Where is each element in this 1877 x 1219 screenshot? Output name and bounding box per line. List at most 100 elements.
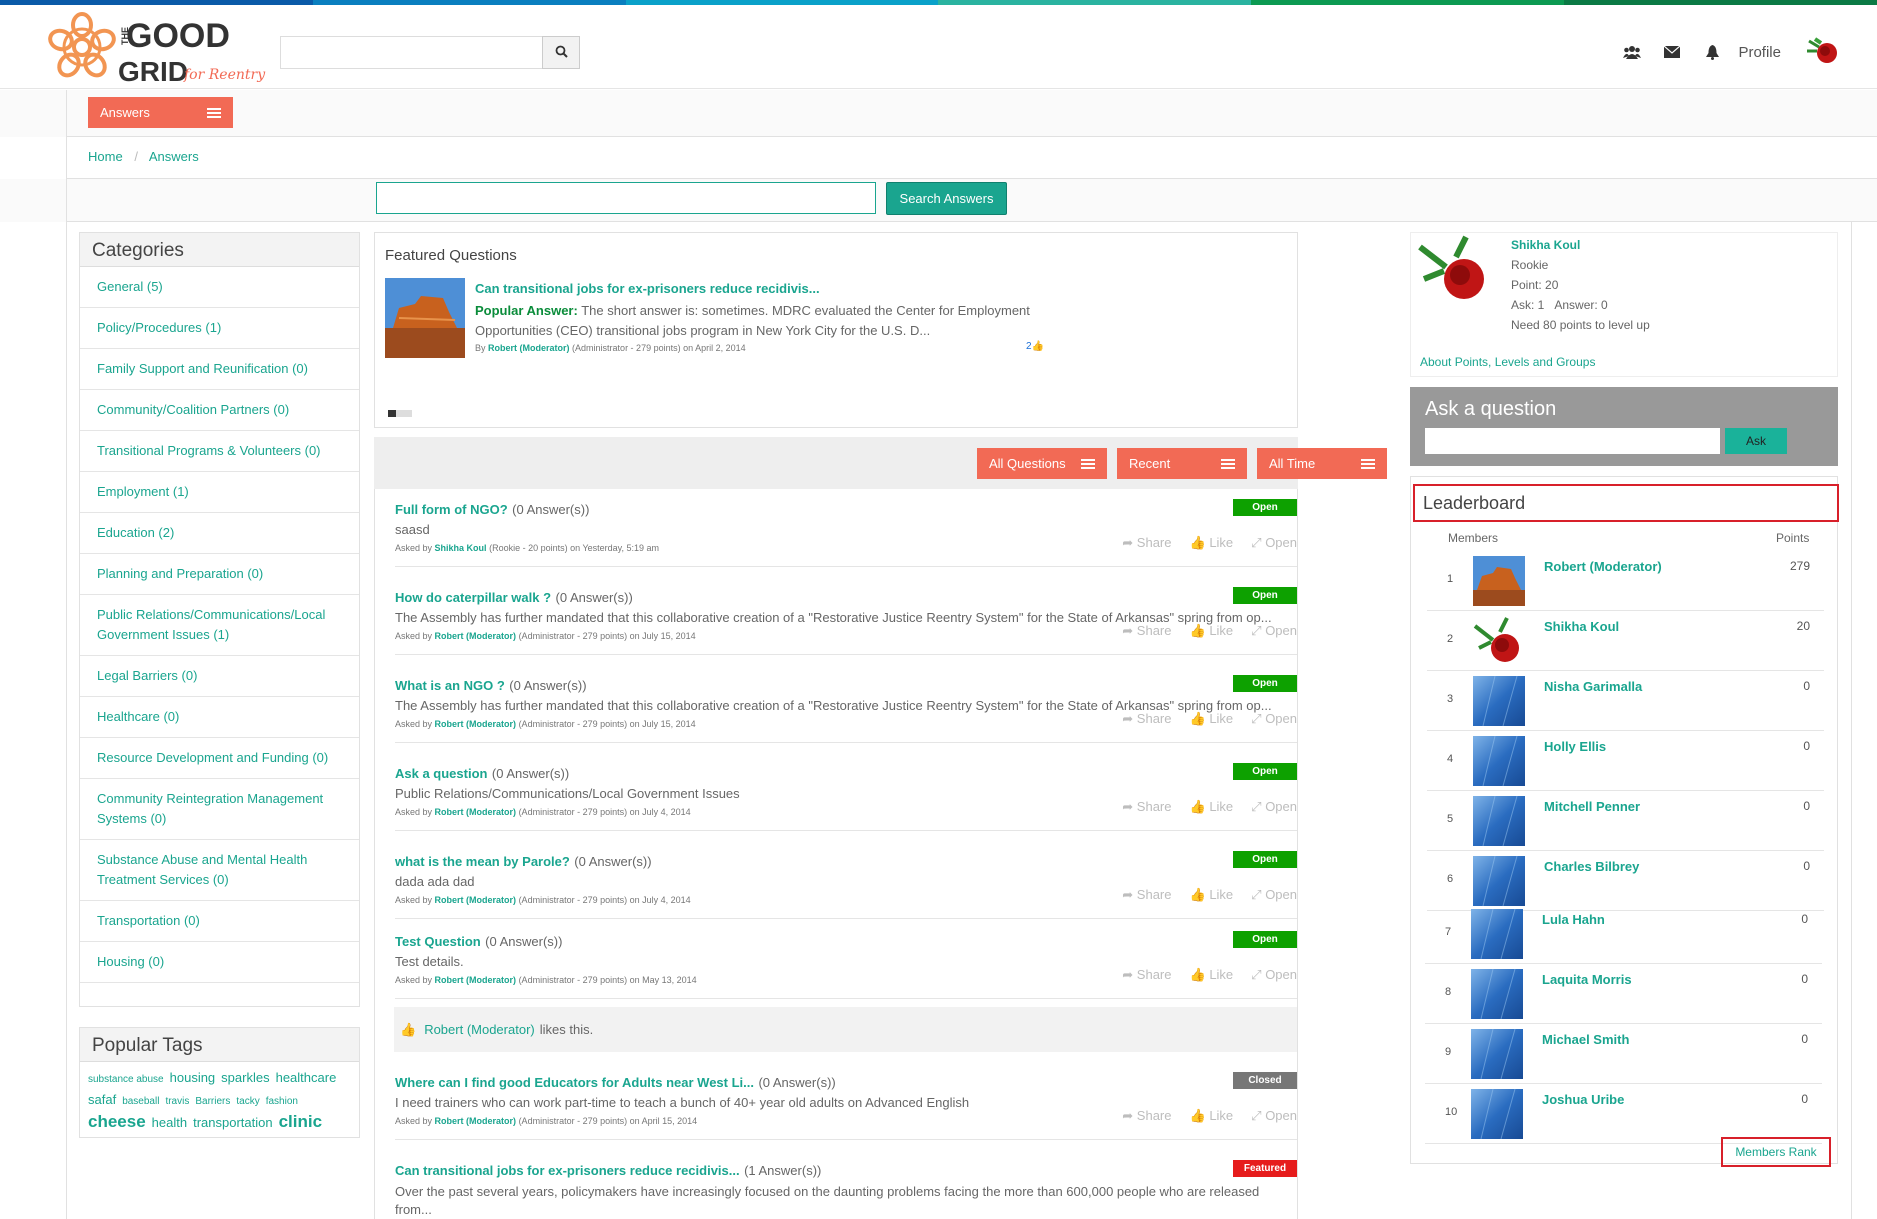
tag-link[interactable]: sparkles <box>221 1068 269 1088</box>
breadcrumb-home[interactable]: Home <box>88 149 123 164</box>
question-title[interactable]: What is an NGO ? <box>395 678 505 693</box>
like-button[interactable]: 👍 Like <box>1190 1108 1234 1124</box>
ask-question-input[interactable] <box>1425 428 1720 454</box>
open-button[interactable]: ⤢ Open <box>1251 799 1297 815</box>
member-avatar[interactable] <box>1473 616 1525 666</box>
like-button[interactable]: 👍 Like <box>1190 535 1234 551</box>
member-avatar[interactable] <box>1471 968 1523 1020</box>
share-button[interactable]: ➦ Share <box>1122 799 1171 815</box>
question-title[interactable]: Where can I find good Educators for Adul… <box>395 1075 754 1090</box>
share-button[interactable]: ➦ Share <box>1122 535 1171 551</box>
profile-name[interactable]: Shikha Koul <box>1511 235 1650 255</box>
question-title[interactable]: Can transitional jobs for ex-prisoners r… <box>395 1163 740 1178</box>
answer-search-input[interactable] <box>376 182 876 214</box>
category-item[interactable]: Education (2) <box>80 513 359 554</box>
category-item[interactable]: Policy/Procedures (1) <box>80 308 359 349</box>
question-title[interactable]: Test Question <box>395 934 481 949</box>
site-logo[interactable]: THE GOOD GRID for Reentry <box>48 11 266 87</box>
category-item[interactable]: Community/Coalition Partners (0) <box>80 390 359 431</box>
question-author[interactable]: Robert (Moderator) <box>435 1116 517 1126</box>
member-avatar[interactable] <box>1473 795 1525 847</box>
question-author[interactable]: Robert (Moderator) <box>435 895 517 905</box>
likes-user[interactable]: Robert (Moderator) <box>424 1022 535 1037</box>
groups-icon[interactable] <box>1612 33 1652 71</box>
share-button[interactable]: ➦ Share <box>1122 1108 1171 1124</box>
member-name[interactable]: Shikha Koul <box>1544 619 1619 634</box>
open-button[interactable]: ⤢ Open <box>1251 887 1297 903</box>
question-title[interactable]: How do caterpillar walk ? <box>395 590 551 605</box>
bell-icon[interactable] <box>1692 33 1732 71</box>
envelope-icon[interactable] <box>1652 33 1692 71</box>
all-time-dropdown[interactable]: All Time <box>1257 448 1387 479</box>
member-avatar[interactable] <box>1473 675 1525 727</box>
member-name[interactable]: Nisha Garimalla <box>1544 679 1642 694</box>
search-answers-button[interactable]: Search Answers <box>886 182 1007 215</box>
question-title[interactable]: what is the mean by Parole? <box>395 854 570 869</box>
open-button[interactable]: ⤢ Open <box>1251 1108 1297 1124</box>
members-rank-link[interactable]: Members Rank <box>1721 1137 1831 1167</box>
tag-link[interactable]: healthcare <box>276 1068 337 1088</box>
like-button[interactable]: 👍 Like <box>1190 887 1234 903</box>
member-name[interactable]: Laquita Morris <box>1542 972 1632 987</box>
like-button[interactable]: 👍 Like <box>1190 711 1234 727</box>
member-avatar[interactable] <box>1473 556 1525 606</box>
open-button[interactable]: ⤢ Open <box>1251 623 1297 639</box>
featured-likes[interactable]: 2👍 <box>1026 341 1044 352</box>
tag-link[interactable]: clinic <box>279 1112 322 1132</box>
question-author[interactable]: Robert (Moderator) <box>435 975 517 985</box>
recent-dropdown[interactable]: Recent <box>1117 448 1247 479</box>
featured-question-link[interactable]: Can transitional jobs for ex-prisoners r… <box>475 281 1045 296</box>
member-avatar[interactable] <box>1473 855 1525 907</box>
featured-author[interactable]: Robert (Moderator) <box>488 343 570 353</box>
tag-link[interactable]: travis <box>165 1092 189 1112</box>
category-item[interactable]: General (5) <box>80 267 359 308</box>
category-item[interactable]: Resource Development and Funding (0) <box>80 738 359 779</box>
category-item[interactable]: Housing (0) <box>80 942 359 983</box>
open-button[interactable]: ⤢ Open <box>1251 967 1297 983</box>
member-name[interactable]: Robert (Moderator) <box>1544 559 1662 574</box>
share-button[interactable]: ➦ Share <box>1122 887 1171 903</box>
tag-link[interactable]: health <box>152 1113 187 1133</box>
tag-link[interactable]: Barriers <box>195 1092 230 1112</box>
open-button[interactable]: ⤢ Open <box>1251 711 1297 727</box>
member-avatar[interactable] <box>1471 1088 1523 1140</box>
user-avatar[interactable] <box>1803 33 1843 71</box>
member-avatar[interactable] <box>1473 735 1525 787</box>
breadcrumb-current[interactable]: Answers <box>149 149 199 164</box>
member-avatar[interactable] <box>1471 1028 1523 1080</box>
like-button[interactable]: 👍 Like <box>1190 967 1234 983</box>
member-name[interactable]: Holly Ellis <box>1544 739 1606 754</box>
question-author[interactable]: Robert (Moderator) <box>435 719 517 729</box>
member-name[interactable]: Joshua Uribe <box>1542 1092 1624 1107</box>
open-button[interactable]: ⤢ Open <box>1251 535 1297 551</box>
profile-link[interactable]: Profile <box>1738 44 1781 61</box>
member-name[interactable]: Michael Smith <box>1542 1032 1629 1047</box>
question-title[interactable]: Full form of NGO? <box>395 502 508 517</box>
share-button[interactable]: ➦ Share <box>1122 623 1171 639</box>
category-item[interactable]: Community Reintegration Management Syste… <box>80 779 359 840</box>
category-item[interactable]: Employment (1) <box>80 472 359 513</box>
site-search-button[interactable] <box>542 36 580 69</box>
question-title[interactable]: Ask a question <box>395 766 487 781</box>
tag-link[interactable]: safaf <box>88 1090 116 1110</box>
member-name[interactable]: Mitchell Penner <box>1544 799 1640 814</box>
like-button[interactable]: 👍 Like <box>1190 799 1234 815</box>
carousel-indicator[interactable] <box>388 410 412 417</box>
category-item[interactable]: Substance Abuse and Mental Health Treatm… <box>80 840 359 901</box>
member-name[interactable]: Lula Hahn <box>1542 912 1605 927</box>
tag-link[interactable]: tacky <box>236 1092 259 1112</box>
question-author[interactable]: Robert (Moderator) <box>435 631 517 641</box>
tag-link[interactable]: transportation <box>193 1113 273 1133</box>
all-questions-dropdown[interactable]: All Questions <box>977 448 1107 479</box>
tag-link[interactable]: fashion <box>266 1092 298 1112</box>
about-points-link[interactable]: About Points, Levels and Groups <box>1420 355 1595 369</box>
question-author[interactable]: Robert (Moderator) <box>435 807 517 817</box>
category-item[interactable]: Family Support and Reunification (0) <box>80 349 359 390</box>
tag-link[interactable]: baseball <box>122 1092 159 1112</box>
category-item[interactable]: Public Relations/Communications/Local Go… <box>80 595 359 656</box>
category-item[interactable]: Planning and Preparation (0) <box>80 554 359 595</box>
share-button[interactable]: ➦ Share <box>1122 711 1171 727</box>
tag-link[interactable]: cheese <box>88 1112 146 1132</box>
category-item[interactable]: Legal Barriers (0) <box>80 656 359 697</box>
answers-dropdown[interactable]: Answers <box>88 97 233 128</box>
